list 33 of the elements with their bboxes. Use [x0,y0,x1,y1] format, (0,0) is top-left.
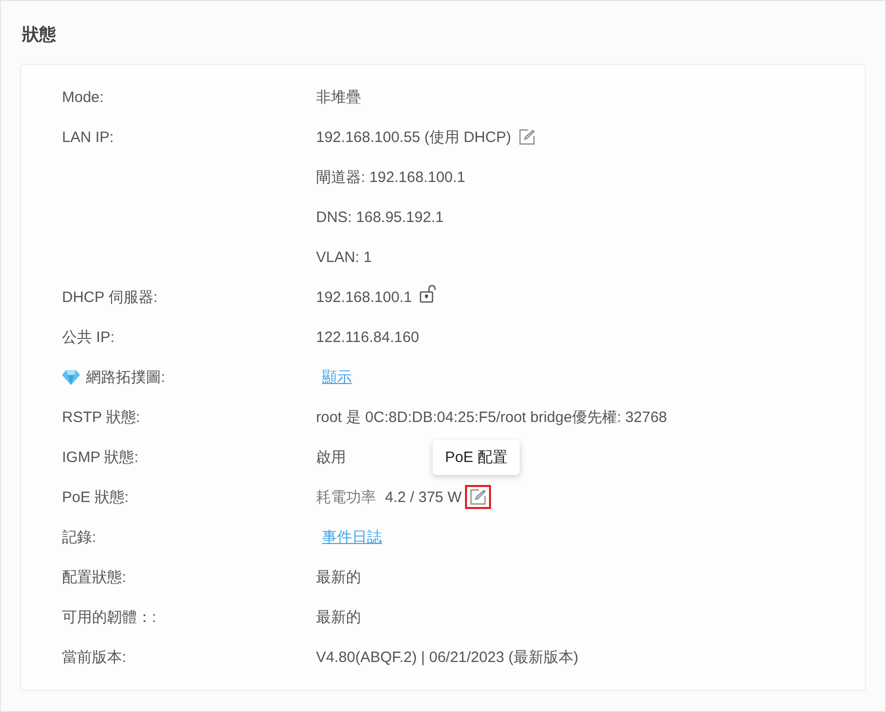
diamond-icon [62,369,80,385]
field-label: PoE 狀態: [62,488,129,506]
edit-button[interactable] [464,485,491,509]
field-value: 192.168.100.55 (使用 DHCP) [316,128,512,146]
tooltip: PoE 配置 [432,440,520,475]
field-value: root 是 0C:8D:DB:04:25:F5/root bridge優先權: 32768 [316,408,668,426]
field-value: 啟用 [316,448,346,466]
field-value: 最新的 [316,608,361,626]
field-value: 4.2 / 375 W [385,488,462,506]
link[interactable]: 顯示 [322,368,352,386]
field-label: 公共 IP: [62,328,115,346]
field-value: VLAN: 1 [316,248,372,266]
field-label: RSTP 狀態: [62,408,140,426]
field-label: 當前版本: [62,648,126,666]
field-value: 非堆疊 [316,88,361,106]
field-value: 最新的 [316,568,361,586]
field-value: 122.116.84.160 [316,328,420,346]
field-caption: 耗電功率 [316,488,376,506]
lock-icon[interactable] [418,284,437,304]
field-value: DNS: 168.95.192.1 [316,208,444,226]
field-value: 192.168.100.1 [316,288,412,306]
field-label: IGMP 狀態: [62,448,138,466]
field-label: 網路拓撲圖: [86,368,166,386]
field-label: DHCP 伺服器: [62,288,158,306]
field-label: 記錄: [62,528,96,546]
field-label: 配置狀態: [62,568,126,586]
link[interactable]: 事件日誌 [322,528,382,546]
field-label: LAN IP: [62,128,114,146]
section-title: 狀態 [20,24,57,46]
field-label: Mode: [62,88,104,106]
field-value: 閘道器: 192.168.100.1 [316,168,466,186]
field-label: 可用的韌體：: [62,608,156,626]
field-value: V4.80(ABQF.2) | 06/21/2023 (最新版本) [316,648,578,666]
